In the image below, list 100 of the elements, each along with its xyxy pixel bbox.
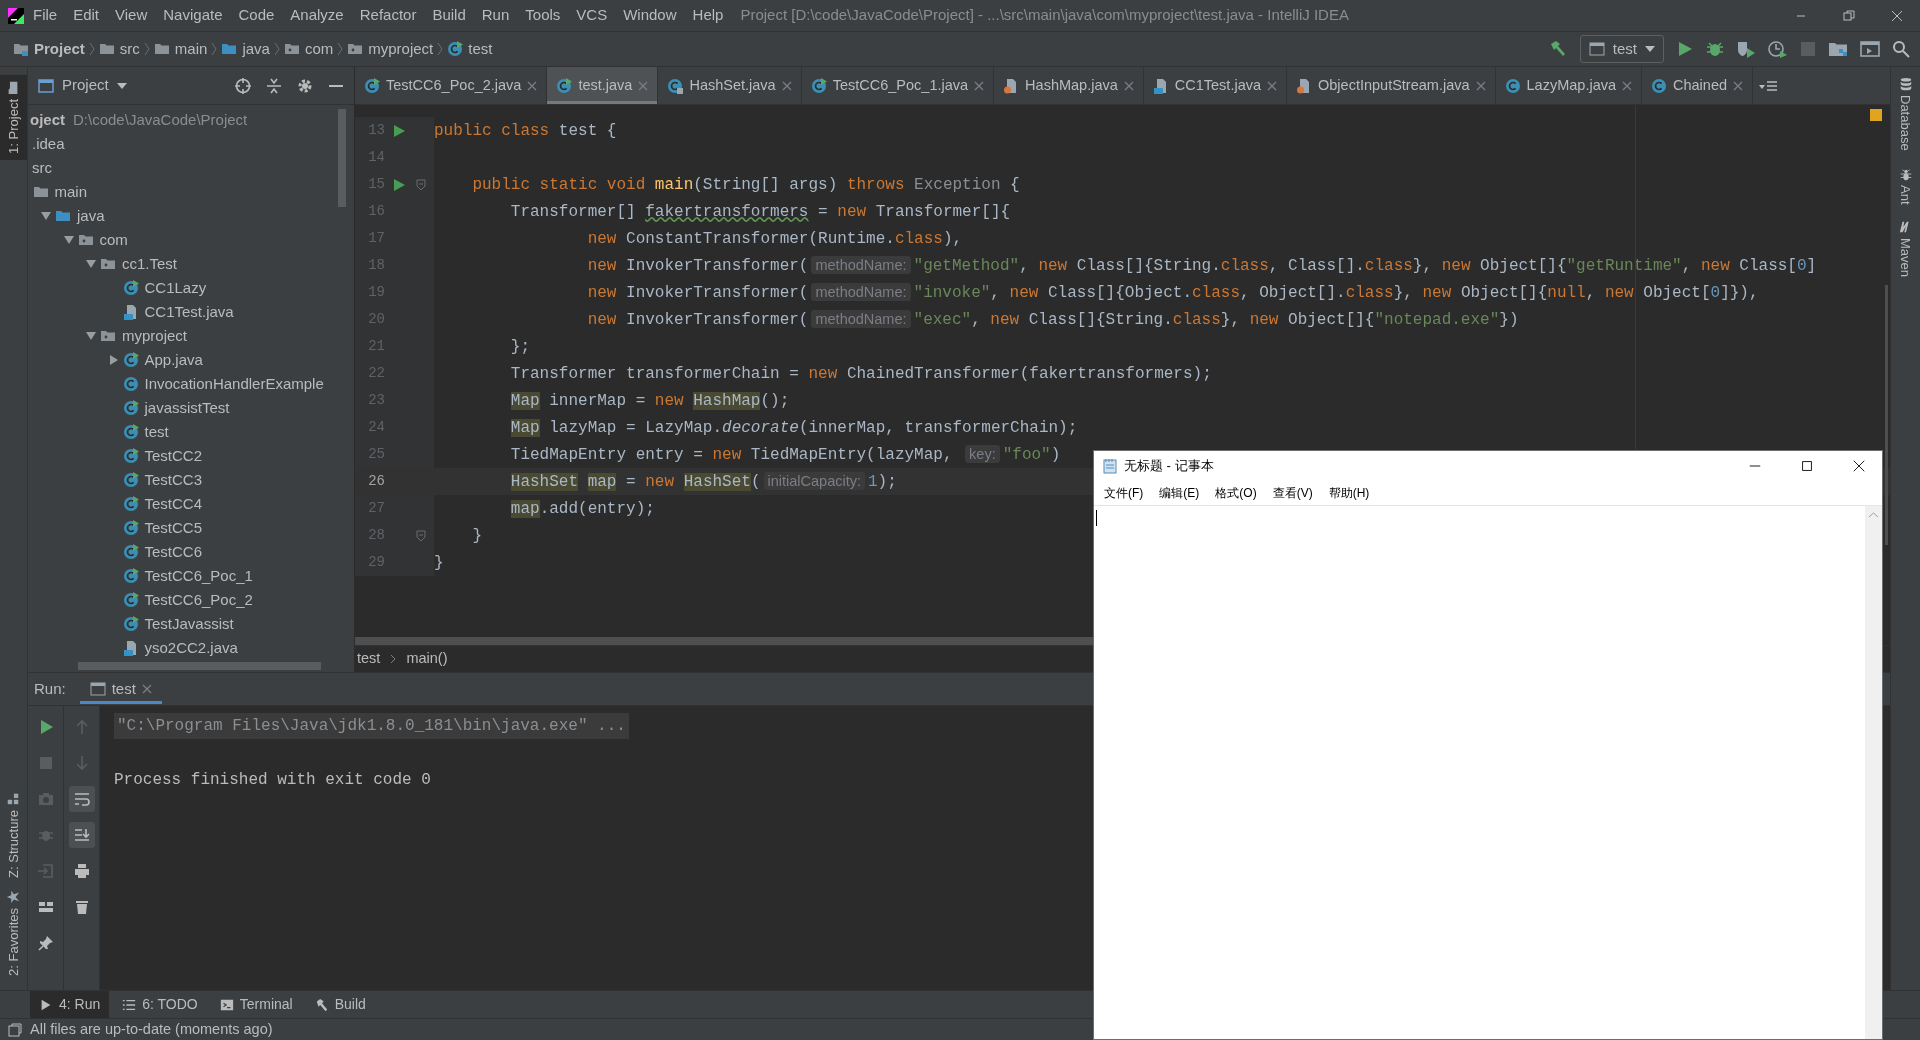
- menu-item[interactable]: 格式(O): [1209, 484, 1263, 502]
- vertical-scrollbar-thumb[interactable]: [1885, 285, 1888, 545]
- tool-window-tab[interactable]: 1: Project: [0, 75, 27, 160]
- tool-window-tab[interactable]: 6: TODO: [113, 991, 207, 1018]
- run-configuration-dropdown[interactable]: test: [1579, 34, 1664, 64]
- close-icon[interactable]: [1852, 459, 1866, 473]
- tree-item[interactable]: InvocationHandlerExample: [28, 372, 354, 396]
- tree-item[interactable]: TestCC4: [28, 492, 354, 516]
- menu-item[interactable]: Window: [616, 4, 684, 27]
- scroll-to-end-toggle[interactable]: [68, 822, 95, 848]
- menu-item[interactable]: Refactor: [352, 4, 424, 27]
- vertical-scrollbar-thumb[interactable]: [338, 109, 346, 207]
- project-structure-icon[interactable]: [1828, 40, 1848, 58]
- collapsed-arrow-icon[interactable]: [108, 355, 119, 365]
- restore-icon[interactable]: [1841, 7, 1857, 24]
- menu-item[interactable]: View: [108, 4, 155, 27]
- menu-item[interactable]: Build: [425, 4, 473, 27]
- menu-item[interactable]: Edit: [66, 4, 107, 27]
- tree-item[interactable]: TestCC2: [28, 444, 354, 468]
- expanded-arrow-icon[interactable]: [86, 331, 96, 341]
- menu-item[interactable]: Analyze: [283, 4, 351, 27]
- print-icon[interactable]: [72, 862, 91, 880]
- tree-item[interactable]: TestCC3: [28, 468, 354, 492]
- breadcrumb-item[interactable]: java: [218, 37, 273, 61]
- tree-item[interactable]: src: [28, 156, 354, 180]
- tree-item[interactable]: test: [28, 420, 354, 444]
- menu-item[interactable]: Tools: [518, 4, 568, 27]
- clock-icon[interactable]: [1768, 40, 1788, 58]
- package-folder-icon: [100, 256, 116, 272]
- menu-item[interactable]: File: [26, 4, 65, 27]
- tool-window-tab[interactable]: 4: Run: [30, 991, 110, 1018]
- tree-item[interactable]: oject D:\code\JavaCode\Project: [28, 108, 354, 132]
- tree-item[interactable]: .idea: [28, 132, 354, 156]
- editor-tab[interactable]: test.java: [547, 67, 659, 104]
- tree-item[interactable]: TestCC5: [28, 516, 354, 540]
- tree-item[interactable]: CC1Lazy: [28, 276, 354, 300]
- tree-item[interactable]: java: [28, 204, 354, 228]
- horizontal-scrollbar-thumb[interactable]: [78, 662, 321, 670]
- fold-icon[interactable]: [416, 529, 426, 542]
- menu-item[interactable]: 帮助(H): [1322, 484, 1376, 502]
- tool-window-tab[interactable]: Z: Structure: [0, 786, 27, 885]
- run-icon[interactable]: [1676, 40, 1694, 58]
- tool-window-tab[interactable]: Database: [1895, 77, 1916, 151]
- menu-item[interactable]: VCS: [569, 4, 615, 27]
- breadcrumb-item[interactable]: main: [150, 37, 211, 61]
- run-icon[interactable]: [393, 178, 405, 191]
- menu-item[interactable]: 编辑(E): [1153, 484, 1206, 502]
- crosshair-icon[interactable]: [234, 76, 252, 95]
- project-view-dropdown[interactable]: Project: [38, 74, 127, 97]
- breadcrumb-item[interactable]: com: [280, 37, 337, 61]
- tool-window-tab[interactable]: Maven: [1895, 220, 1916, 278]
- breadcrumb-item[interactable]: test: [444, 37, 496, 61]
- expanded-arrow-icon[interactable]: [41, 211, 51, 221]
- maximize-icon[interactable]: [1800, 459, 1814, 473]
- menu-item[interactable]: 查看(V): [1266, 484, 1319, 502]
- breadcrumb-item[interactable]: main(): [406, 648, 448, 670]
- breadcrumb-item[interactable]: test: [357, 648, 381, 670]
- search-icon[interactable]: [1892, 40, 1910, 58]
- scroll-up-icon[interactable]: [1869, 512, 1878, 518]
- collapse-all-icon[interactable]: [266, 76, 282, 95]
- vertical-scrollbar[interactable]: [1865, 506, 1882, 1039]
- menu-item[interactable]: 文件(F): [1098, 484, 1150, 502]
- tree-item[interactable]: TestCC6: [28, 540, 354, 564]
- bug-icon[interactable]: [1706, 40, 1724, 58]
- menu-item[interactable]: Code: [231, 4, 282, 27]
- expanded-arrow-icon[interactable]: [63, 235, 74, 245]
- tree-item[interactable]: myproject: [28, 324, 354, 348]
- pin-icon[interactable]: [36, 934, 55, 952]
- fold-icon[interactable]: [416, 178, 426, 191]
- menu-item[interactable]: Run: [474, 4, 517, 27]
- tree-item[interactable]: TestCC6_Poc_1: [28, 564, 354, 588]
- java-file-icon: [122, 640, 139, 656]
- tree-item[interactable]: com: [28, 228, 354, 252]
- shield-play-icon[interactable]: [1736, 40, 1756, 58]
- tree-item[interactable]: main: [28, 180, 354, 204]
- breadcrumb-item[interactable]: Project: [10, 37, 88, 61]
- tree-item[interactable]: TestCC6_Poc_2: [28, 588, 354, 612]
- class-icon: [1651, 77, 1667, 94]
- tree-item[interactable]: cc1.Test: [28, 252, 354, 276]
- tool-window-tab[interactable]: Terminal: [210, 991, 302, 1018]
- tree-item[interactable]: CC1Test.java: [28, 300, 354, 324]
- menu-item[interactable]: Help: [685, 4, 731, 27]
- menu-item[interactable]: Navigate: [156, 4, 230, 27]
- tool-window-tab[interactable]: Ant: [1895, 166, 1916, 205]
- folder-icon: [221, 41, 238, 57]
- tree-item[interactable]: yso2CC2.java: [28, 636, 354, 660]
- tree-item[interactable]: App.java: [28, 348, 354, 372]
- runnable-class-icon: [122, 280, 139, 296]
- tree-item[interactable]: TestJavassist: [28, 612, 354, 636]
- tool-window-tab[interactable]: Build: [305, 991, 375, 1018]
- breadcrumb-item[interactable]: myproject: [344, 37, 437, 61]
- tree-item[interactable]: javassistTest: [28, 396, 354, 420]
- soft-wrap-toggle[interactable]: [68, 786, 95, 812]
- presentation-icon[interactable]: [1860, 40, 1880, 58]
- breadcrumb-item[interactable]: src: [95, 37, 143, 61]
- tool-windows-toggle-icon[interactable]: [8, 1022, 22, 1037]
- expanded-arrow-icon[interactable]: [86, 259, 96, 269]
- horizontal-scrollbar-thumb[interactable]: [355, 637, 1095, 645]
- tool-window-tab[interactable]: 2: Favorites: [0, 884, 27, 982]
- run-icon[interactable]: [393, 124, 405, 137]
